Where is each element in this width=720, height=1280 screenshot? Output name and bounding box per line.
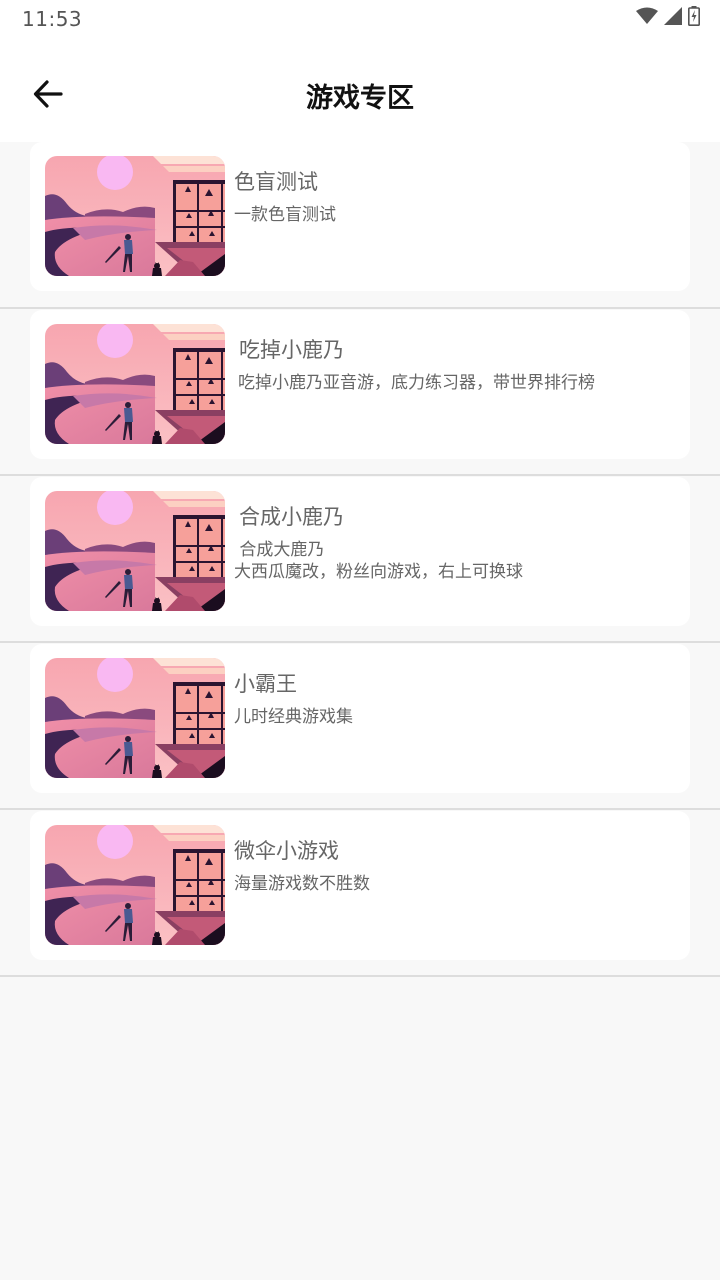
list-item: 小霸王 儿时经典游戏集 [0, 643, 720, 810]
list-item: 色盲测试 一款色盲测试 [0, 142, 720, 309]
game-list: 色盲测试 一款色盲测试 吃掉小鹿乃 吃掉小鹿乃亚音游，底力练习器，带世界排行榜 … [0, 142, 720, 977]
game-thumbnail [45, 491, 225, 611]
list-item: 吃掉小鹿乃 吃掉小鹿乃亚音游，底力练习器，带世界排行榜 [0, 309, 720, 476]
status-icons [636, 6, 700, 30]
game-title: 色盲测试 [234, 170, 318, 194]
game-card-merge-konoe[interactable]: 合成小鹿乃 合成大鹿乃 大西瓜魔改，粉丝向游戏，右上可换球 [30, 477, 690, 626]
game-thumbnail [45, 324, 225, 444]
game-thumbnail [45, 825, 225, 945]
game-description: 合成大鹿乃 大西瓜魔改，粉丝向游戏，右上可换球 [234, 540, 523, 582]
game-card-color-blind-test[interactable]: 色盲测试 一款色盲测试 [30, 142, 690, 291]
game-title: 微伞小游戏 [234, 839, 339, 863]
game-description: 吃掉小鹿乃亚音游，底力练习器，带世界排行榜 [238, 373, 595, 393]
game-description: 儿时经典游戏集 [234, 707, 353, 727]
page-title: 游戏专区 [306, 83, 414, 114]
wifi-icon [636, 7, 658, 29]
game-card-eat-konoe[interactable]: 吃掉小鹿乃 吃掉小鹿乃亚音游，底力练习器，带世界排行榜 [30, 310, 690, 459]
list-item: 合成小鹿乃 合成大鹿乃 大西瓜魔改，粉丝向游戏，右上可换球 [0, 476, 720, 643]
app-bar: 游戏专区 [0, 36, 720, 142]
game-description: 海量游戏数不胜数 [234, 874, 370, 894]
game-title: 吃掉小鹿乃 [239, 338, 344, 362]
game-description: 一款色盲测试 [234, 205, 336, 225]
list-item: 微伞小游戏 海量游戏数不胜数 [0, 810, 720, 977]
battery-charging-icon [688, 6, 700, 30]
status-time: 11:53 [22, 7, 83, 31]
game-title: 小霸王 [234, 672, 297, 696]
cell-signal-icon [664, 7, 682, 29]
game-card-subor[interactable]: 小霸王 儿时经典游戏集 [30, 644, 690, 793]
game-thumbnail [45, 658, 225, 778]
game-title: 合成小鹿乃 [239, 505, 344, 529]
game-thumbnail [45, 156, 225, 276]
game-card-weisan-mini-games[interactable]: 微伞小游戏 海量游戏数不胜数 [30, 811, 690, 960]
status-bar: 11:53 [0, 0, 720, 36]
